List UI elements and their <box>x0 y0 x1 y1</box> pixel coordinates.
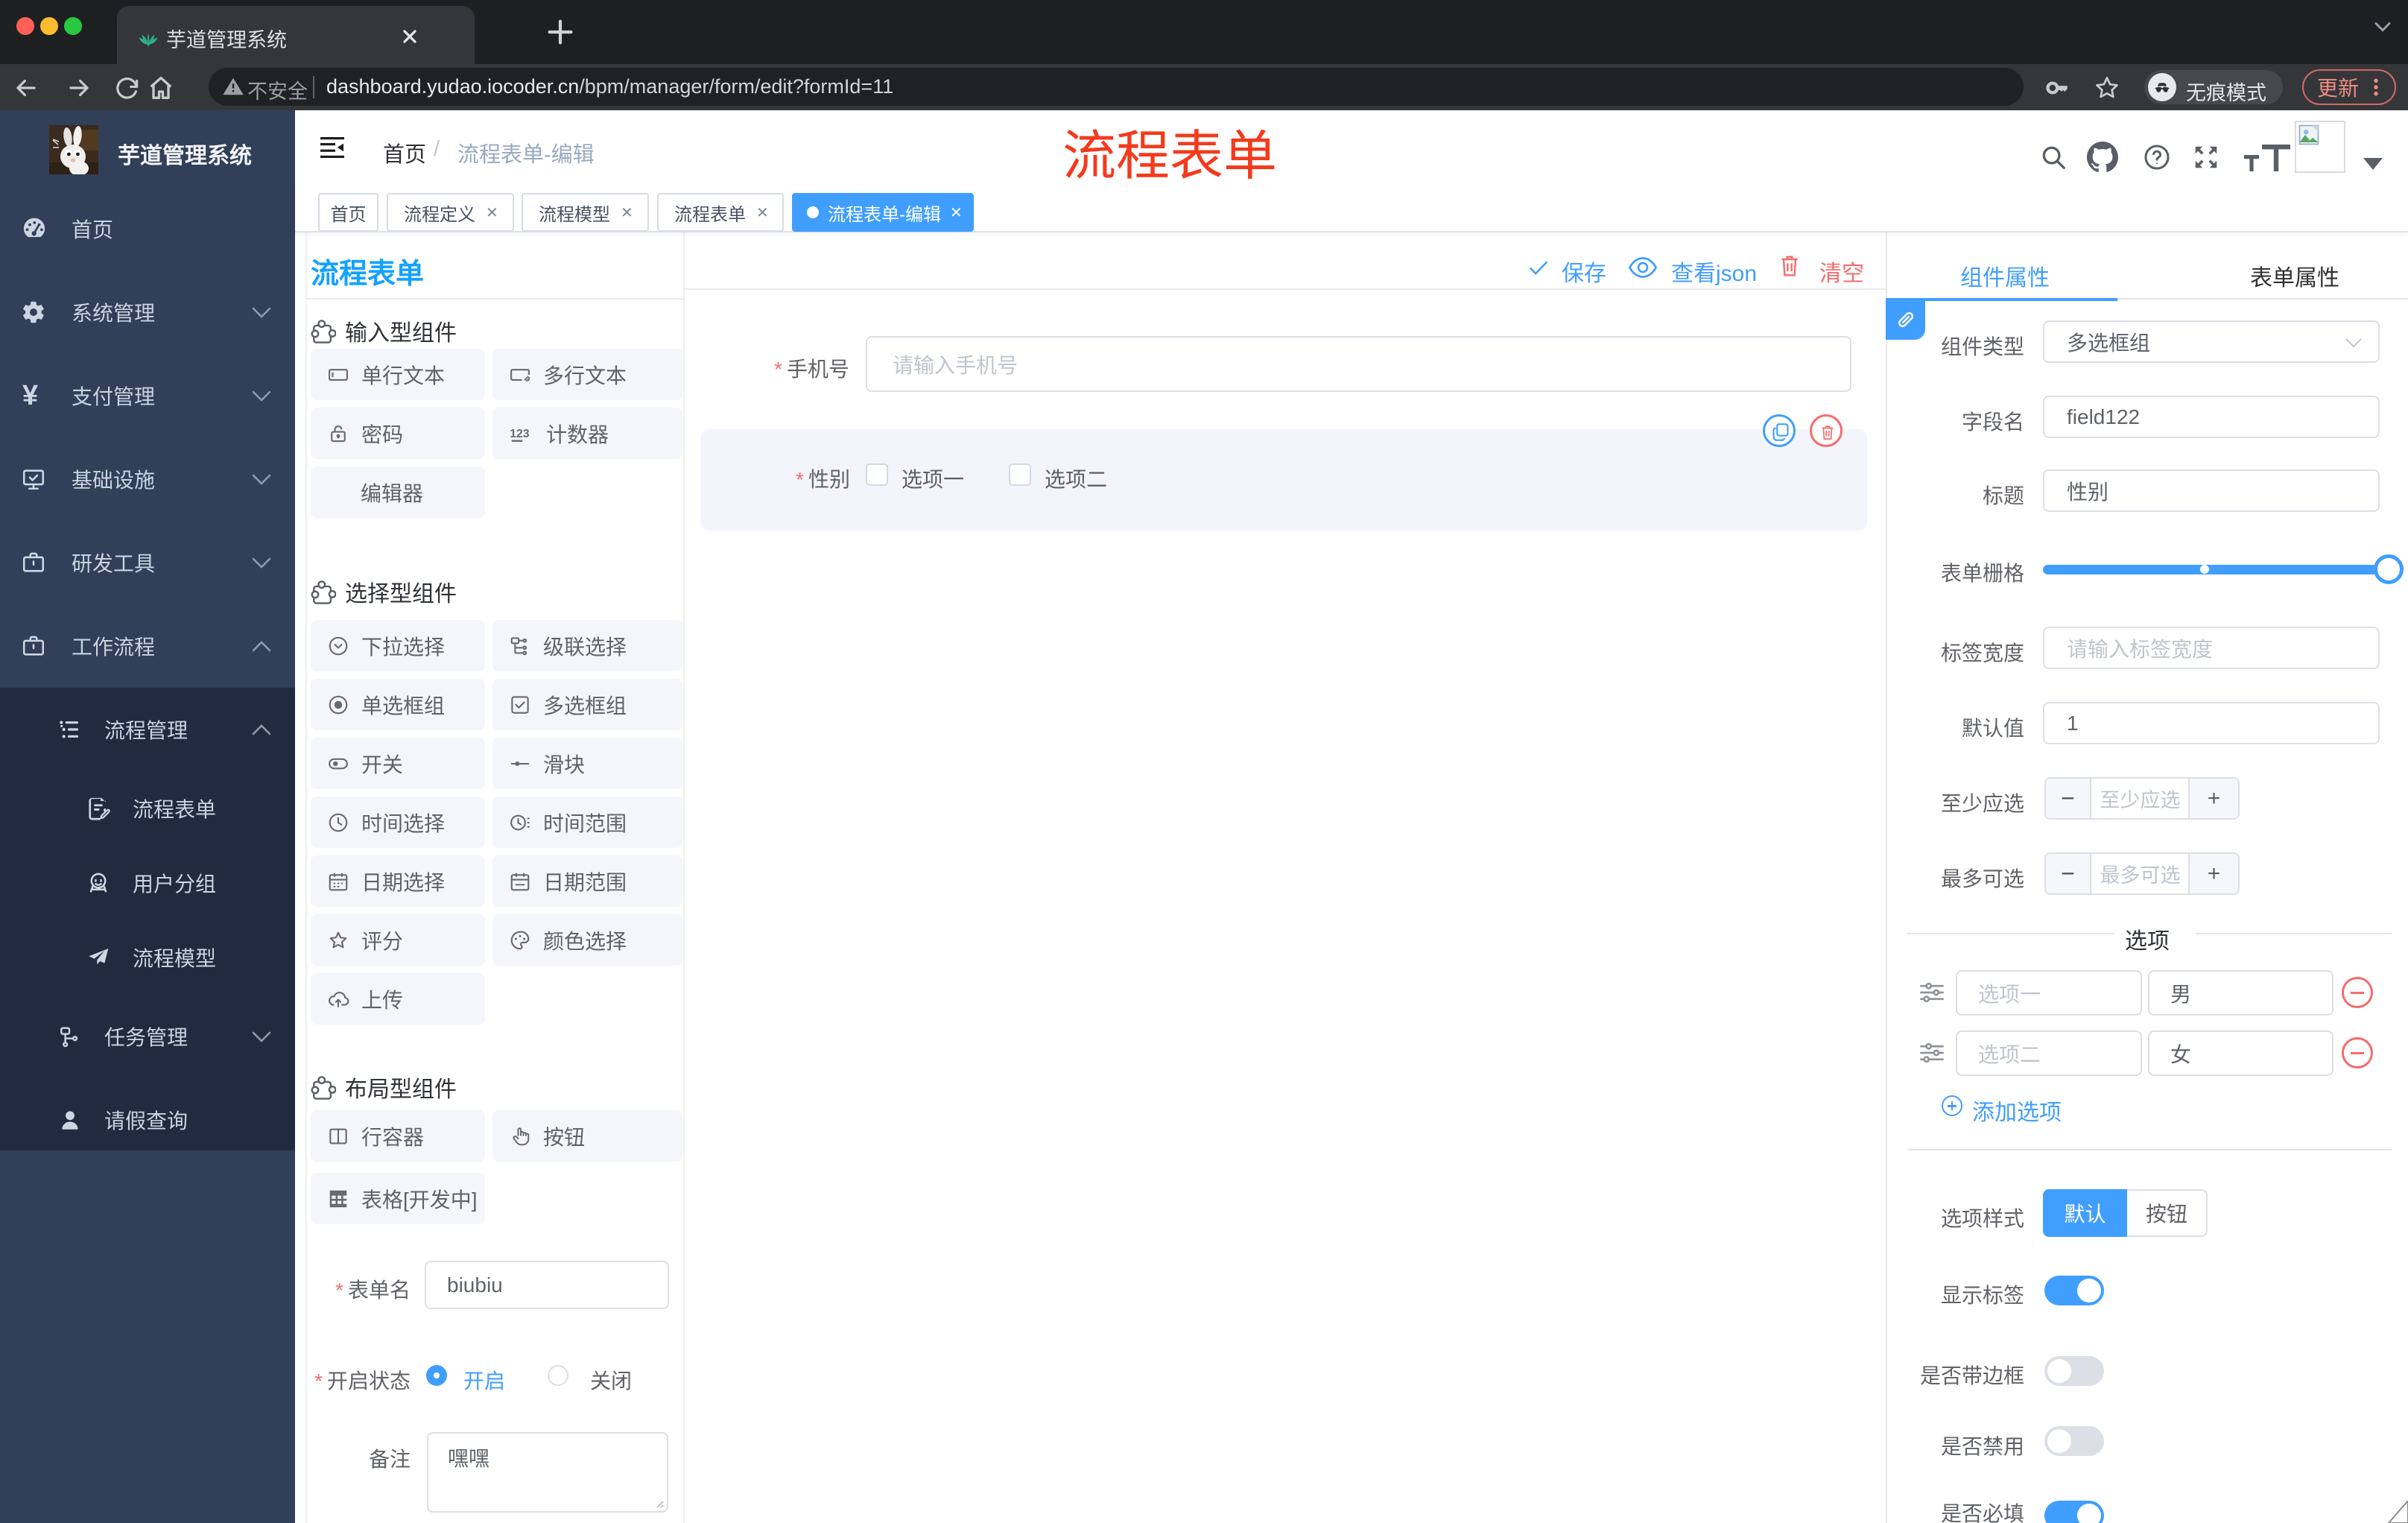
svg-text:123: 123 <box>510 427 530 440</box>
